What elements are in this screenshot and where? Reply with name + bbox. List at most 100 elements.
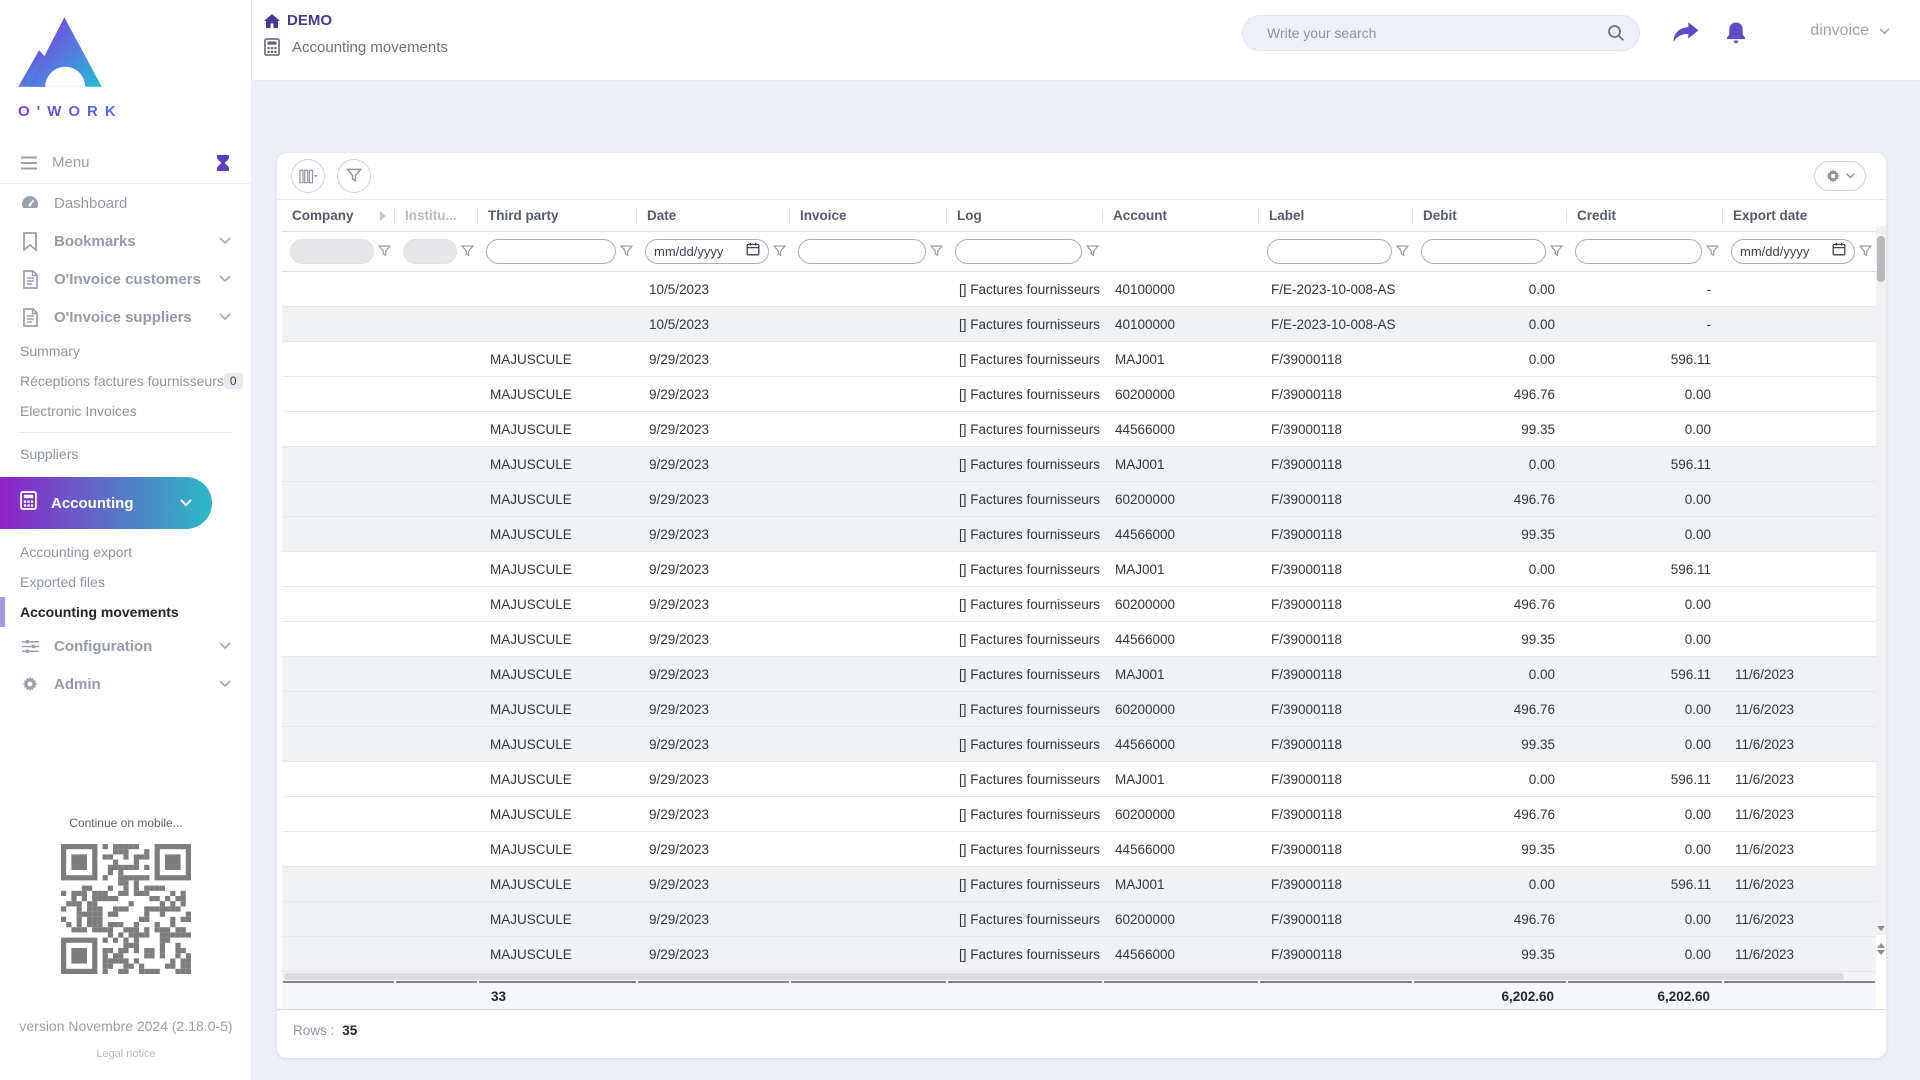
search-input[interactable] — [1267, 25, 1607, 41]
filter-menu-icon[interactable] — [773, 245, 786, 258]
user-menu[interactable]: dinvoice — [1810, 22, 1890, 40]
filter-input-debit[interactable] — [1430, 244, 1537, 259]
search-icon[interactable] — [1607, 24, 1625, 42]
cell-date: 9/29/2023 — [649, 526, 710, 542]
cell-log: [] Factures fournisseurs — [959, 421, 1101, 437]
horizontal-scrollbar[interactable] — [282, 972, 1876, 981]
column-chooser-button[interactable] — [291, 159, 325, 193]
cell-institution — [395, 727, 478, 761]
filter-menu-icon[interactable] — [461, 245, 474, 258]
cell-export_date: 11/6/2023 — [1735, 876, 1795, 892]
filter-menu-icon[interactable] — [1706, 245, 1719, 258]
table-row[interactable]: MAJUSCULE 9/29/2023 [] Factures fournisseu… — [282, 377, 1876, 412]
sidebar-item-accounting[interactable]: Accounting — [0, 477, 212, 529]
table-row[interactable]: MAJUSCULE 9/29/2023 [] Factures fournisseu… — [282, 797, 1876, 832]
table-row[interactable]: 10/5/2023 [] Factures fournisseurs 4010000… — [282, 307, 1876, 342]
filter-input-invoice[interactable] — [807, 244, 917, 259]
table-row[interactable]: MAJUSCULE 9/29/2023 [] Factures fournisseu… — [282, 867, 1876, 902]
column-header-account[interactable]: Account — [1103, 200, 1259, 231]
sidebar-subitem-r-ceptions-factures-fournisseurs[interactable]: Réceptions factures fournisseurs 0 — [0, 366, 251, 396]
column-header-institution[interactable]: Institu... — [395, 200, 478, 231]
vertical-scrollbar[interactable] — [1876, 226, 1886, 935]
table-row[interactable]: MAJUSCULE 9/29/2023 [] Factures fournisseu… — [282, 622, 1876, 657]
column-header-label[interactable]: Label — [1259, 200, 1413, 231]
filter-menu-icon[interactable] — [930, 245, 943, 258]
table-row[interactable]: MAJUSCULE 9/29/2023 [] Factures fournisseu… — [282, 832, 1876, 867]
filter-input-date[interactable]: mm/dd/yyyy — [645, 239, 769, 264]
table-row[interactable]: MAJUSCULE 9/29/2023 [] Factures fournisseu… — [282, 902, 1876, 937]
cell-company — [282, 342, 395, 376]
sidebar-item-o-invoice-customers[interactable]: O'Invoice customers — [0, 260, 251, 298]
hamburger-icon[interactable] — [20, 156, 38, 170]
cell-export_date — [1723, 377, 1876, 411]
mobile-hint: Continue on mobile... — [69, 816, 183, 830]
table-row[interactable]: MAJUSCULE 9/29/2023 [] Factures fournisseu… — [282, 412, 1876, 447]
sidebar-item-o-invoice-suppliers[interactable]: O'Invoice suppliers — [0, 298, 251, 336]
filter-input-credit[interactable] — [1584, 244, 1693, 259]
column-header-log[interactable]: Log — [947, 200, 1103, 231]
sidebar-item-bookmarks[interactable]: Bookmarks — [0, 222, 251, 260]
table-row[interactable]: MAJUSCULE 9/29/2023 [] Factures fournisseu… — [282, 937, 1876, 972]
sidebar-subitem-accounting-export[interactable]: Accounting export — [0, 537, 251, 567]
table-row[interactable]: MAJUSCULE 9/29/2023 [] Factures fournisseu… — [282, 727, 1876, 762]
sidebar-subitem-electronic-invoices[interactable]: Electronic Invoices — [0, 396, 251, 426]
filter-menu-icon[interactable] — [1550, 245, 1563, 258]
grid-settings-button[interactable] — [1814, 161, 1866, 191]
legal-notice-link[interactable]: Legal notice — [96, 1048, 155, 1060]
filter-input-log[interactable] — [964, 244, 1073, 259]
scrollbar-thumb[interactable] — [1877, 236, 1885, 282]
table-row[interactable]: 10/5/2023 [] Factures fournisseurs 4010000… — [282, 272, 1876, 307]
cell-label: F/39000118 — [1271, 386, 1343, 402]
cell-debit: 99.35 — [1521, 736, 1555, 752]
table-row[interactable]: MAJUSCULE 9/29/2023 [] Factures fournisseu… — [282, 762, 1876, 797]
filter-toggle-button[interactable] — [337, 159, 371, 193]
filter-menu-icon[interactable] — [1086, 245, 1099, 258]
pin-icon[interactable] — [215, 154, 231, 172]
sidebar-subitem-accounting-movements[interactable]: Accounting movements — [0, 597, 251, 627]
filter-menu-icon[interactable] — [1859, 245, 1872, 258]
sidebar-subitem-suppliers[interactable]: Suppliers — [0, 439, 251, 469]
table-row[interactable]: MAJUSCULE 9/29/2023 [] Factures fournisseu… — [282, 552, 1876, 587]
column-header-debit[interactable]: Debit — [1413, 200, 1567, 231]
table-row[interactable]: MAJUSCULE 9/29/2023 [] Factures fournisseu… — [282, 447, 1876, 482]
sidebar-subitem-exported-files[interactable]: Exported files — [0, 567, 251, 597]
table-row[interactable]: MAJUSCULE 9/29/2023 [] Factures fournisseu… — [282, 692, 1876, 727]
table-row[interactable]: MAJUSCULE 9/29/2023 [] Factures fournisseu… — [282, 482, 1876, 517]
totals-scroll-arrows[interactable] — [1876, 941, 1886, 957]
share-icon[interactable] — [1672, 20, 1700, 46]
column-header-export_date[interactable]: Export date — [1723, 200, 1876, 231]
cell-label: F/39000118 — [1271, 841, 1343, 857]
breadcrumb-home[interactable]: DEMO — [264, 12, 332, 29]
sidebar-item-dashboard[interactable]: Dashboard — [0, 184, 251, 222]
filter-input-export_date[interactable]: mm/dd/yyyy — [1731, 239, 1855, 264]
table-row[interactable]: MAJUSCULE 9/29/2023 [] Factures fournisseu… — [282, 657, 1876, 692]
sidebar-item-admin[interactable]: Admin — [0, 665, 251, 703]
sidebar-subitem-summary[interactable]: Summary — [0, 336, 251, 366]
cell-institution — [395, 622, 478, 656]
filter-menu-icon[interactable] — [620, 245, 633, 258]
cell-institution — [395, 272, 478, 306]
chevron-down-icon — [219, 270, 231, 288]
scroll-down-arrow[interactable] — [1877, 926, 1885, 931]
filter-input-label[interactable] — [1276, 244, 1383, 259]
bell-icon[interactable] — [1724, 20, 1748, 46]
sidebar-item-configuration[interactable]: Configuration — [0, 627, 251, 665]
cell-export_date — [1723, 517, 1876, 551]
column-header-credit[interactable]: Credit — [1567, 200, 1723, 231]
cell-credit: 596.11 — [1670, 876, 1711, 892]
table-row[interactable]: MAJUSCULE 9/29/2023 [] Factures fournisseu… — [282, 587, 1876, 622]
column-header-company[interactable]: Company — [282, 200, 395, 231]
filter-menu-icon[interactable] — [378, 245, 391, 258]
cell-account: 44566000 — [1115, 421, 1176, 437]
table-row[interactable]: MAJUSCULE 9/29/2023 [] Factures fournisseu… — [282, 517, 1876, 552]
group-indicator-icon — [379, 210, 386, 221]
filter-input-third_party[interactable] — [495, 244, 607, 259]
table-row[interactable]: MAJUSCULE 9/29/2023 [] Factures fournisseu… — [282, 342, 1876, 377]
column-header-date[interactable]: Date — [637, 200, 790, 231]
calendar-icon[interactable] — [1832, 242, 1846, 261]
cell-invoice — [790, 552, 947, 586]
column-header-third_party[interactable]: Third party — [478, 200, 637, 231]
filter-menu-icon[interactable] — [1396, 245, 1409, 258]
column-header-invoice[interactable]: Invoice — [790, 200, 947, 231]
calendar-icon[interactable] — [746, 242, 760, 261]
